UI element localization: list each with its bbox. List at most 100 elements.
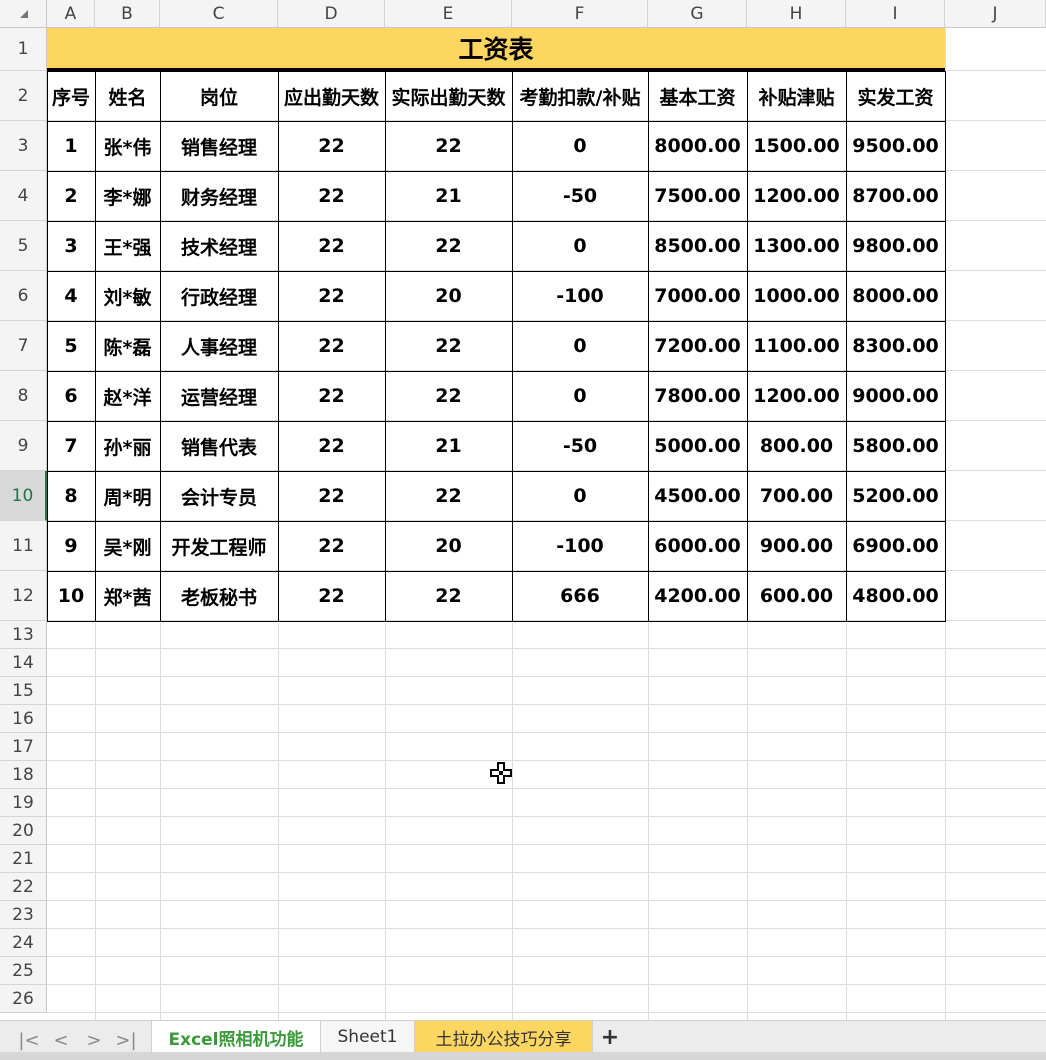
table-data-cell[interactable]: 700.00 (747, 471, 846, 521)
row-header-2[interactable]: 2 (0, 71, 47, 121)
row-header-17[interactable]: 17 (0, 733, 47, 761)
table-data-cell[interactable]: 赵*洋 (95, 371, 160, 421)
table-data-cell[interactable]: 行政经理 (160, 271, 278, 321)
table-data-cell[interactable]: 8000.00 (648, 121, 747, 171)
table-data-cell[interactable]: 会计专员 (160, 471, 278, 521)
table-data-cell[interactable]: 2 (47, 171, 95, 221)
table-data-cell[interactable]: 0 (512, 321, 648, 371)
sheet-title-cell[interactable]: 工资表 (47, 28, 945, 71)
row-header-13[interactable]: 13 (0, 621, 47, 649)
table-data-cell[interactable]: 22 (278, 571, 385, 621)
table-header-cell[interactable]: 实发工资 (846, 71, 945, 121)
table-data-cell[interactable]: 销售经理 (160, 121, 278, 171)
table-data-cell[interactable]: 8000.00 (846, 271, 945, 321)
table-data-cell[interactable]: 8700.00 (846, 171, 945, 221)
table-data-cell[interactable]: 22 (278, 471, 385, 521)
table-data-cell[interactable]: 人事经理 (160, 321, 278, 371)
row-header-9[interactable]: 9 (0, 421, 47, 471)
row-header-15[interactable]: 15 (0, 677, 47, 705)
row-header-1[interactable]: 1 (0, 28, 47, 71)
table-data-cell[interactable]: 5000.00 (648, 421, 747, 471)
row-header-22[interactable]: 22 (0, 873, 47, 901)
table-data-cell[interactable]: 8500.00 (648, 221, 747, 271)
table-data-cell[interactable]: 7800.00 (648, 371, 747, 421)
horizontal-scrollbar[interactable] (0, 1052, 1046, 1060)
table-data-cell[interactable]: 22 (278, 271, 385, 321)
table-data-cell[interactable]: 22 (278, 521, 385, 571)
table-data-cell[interactable]: 9000.00 (846, 371, 945, 421)
table-data-cell[interactable]: 0 (512, 121, 648, 171)
table-header-cell[interactable]: 序号 (47, 71, 95, 121)
table-data-cell[interactable]: 8 (47, 471, 95, 521)
row-header-8[interactable]: 8 (0, 371, 47, 421)
table-data-cell[interactable]: -50 (512, 421, 648, 471)
next-sheet-icon[interactable]: > (83, 1029, 105, 1051)
table-data-cell[interactable]: 9800.00 (846, 221, 945, 271)
table-data-cell[interactable]: 刘*敏 (95, 271, 160, 321)
table-data-cell[interactable]: 666 (512, 571, 648, 621)
column-header-c[interactable]: C (160, 0, 278, 28)
tab-tips-share[interactable]: 土拉办公技巧分享 (415, 1021, 593, 1053)
table-data-cell[interactable]: 22 (385, 121, 512, 171)
table-data-cell[interactable]: -100 (512, 271, 648, 321)
table-data-cell[interactable]: 0 (512, 221, 648, 271)
table-data-cell[interactable]: 22 (385, 371, 512, 421)
table-data-cell[interactable]: 4200.00 (648, 571, 747, 621)
table-data-cell[interactable]: 7000.00 (648, 271, 747, 321)
table-data-cell[interactable]: 1500.00 (747, 121, 846, 171)
table-data-cell[interactable]: 1000.00 (747, 271, 846, 321)
table-data-cell[interactable]: 运营经理 (160, 371, 278, 421)
table-data-cell[interactable]: 9 (47, 521, 95, 571)
row-header-3[interactable]: 3 (0, 121, 47, 171)
table-data-cell[interactable]: 7 (47, 421, 95, 471)
table-data-cell[interactable]: -100 (512, 521, 648, 571)
add-sheet-icon[interactable]: + (598, 1025, 622, 1050)
row-header-21[interactable]: 21 (0, 845, 47, 873)
row-header-4[interactable]: 4 (0, 171, 47, 221)
table-data-cell[interactable]: 10 (47, 571, 95, 621)
row-header-5[interactable]: 5 (0, 221, 47, 271)
table-data-cell[interactable]: -50 (512, 171, 648, 221)
table-data-cell[interactable]: 22 (278, 321, 385, 371)
table-data-cell[interactable]: 李*娜 (95, 171, 160, 221)
table-data-cell[interactable]: 5 (47, 321, 95, 371)
row-header-24[interactable]: 24 (0, 929, 47, 957)
table-header-cell[interactable]: 基本工资 (648, 71, 747, 121)
table-data-cell[interactable]: 财务经理 (160, 171, 278, 221)
column-header-e[interactable]: E (385, 0, 512, 28)
table-header-cell[interactable]: 姓名 (95, 71, 160, 121)
row-header-19[interactable]: 19 (0, 789, 47, 817)
table-data-cell[interactable]: 800.00 (747, 421, 846, 471)
last-sheet-icon[interactable]: >| (115, 1029, 137, 1051)
table-data-cell[interactable]: 6 (47, 371, 95, 421)
table-data-cell[interactable]: 6900.00 (846, 521, 945, 571)
table-data-cell[interactable]: 600.00 (747, 571, 846, 621)
table-data-cell[interactable]: 陈*磊 (95, 321, 160, 371)
table-data-cell[interactable]: 900.00 (747, 521, 846, 571)
table-data-cell[interactable]: 8300.00 (846, 321, 945, 371)
table-data-cell[interactable]: 0 (512, 371, 648, 421)
column-header-j[interactable]: J (945, 0, 1046, 28)
tab-sheet1[interactable]: Sheet1 (321, 1021, 415, 1053)
row-header-26[interactable]: 26 (0, 985, 47, 1013)
table-data-cell[interactable]: 4800.00 (846, 571, 945, 621)
table-data-cell[interactable]: 4500.00 (648, 471, 747, 521)
table-data-cell[interactable]: 王*强 (95, 221, 160, 271)
table-header-cell[interactable]: 补贴津贴 (747, 71, 846, 121)
column-header-d[interactable]: D (278, 0, 385, 28)
table-data-cell[interactable]: 7500.00 (648, 171, 747, 221)
table-data-cell[interactable]: 1200.00 (747, 171, 846, 221)
column-header-h[interactable]: H (747, 0, 846, 28)
table-header-cell[interactable]: 实际出勤天数 (385, 71, 512, 121)
table-data-cell[interactable]: 4 (47, 271, 95, 321)
prev-sheet-icon[interactable]: < (50, 1029, 72, 1051)
table-data-cell[interactable]: 孙*丽 (95, 421, 160, 471)
table-data-cell[interactable]: 22 (278, 221, 385, 271)
table-data-cell[interactable]: 0 (512, 471, 648, 521)
row-header-10[interactable]: 10 (0, 471, 47, 521)
table-data-cell[interactable]: 5800.00 (846, 421, 945, 471)
row-header-18[interactable]: 18 (0, 761, 47, 789)
table-data-cell[interactable]: 周*明 (95, 471, 160, 521)
row-header-23[interactable]: 23 (0, 901, 47, 929)
column-header-g[interactable]: G (648, 0, 747, 28)
